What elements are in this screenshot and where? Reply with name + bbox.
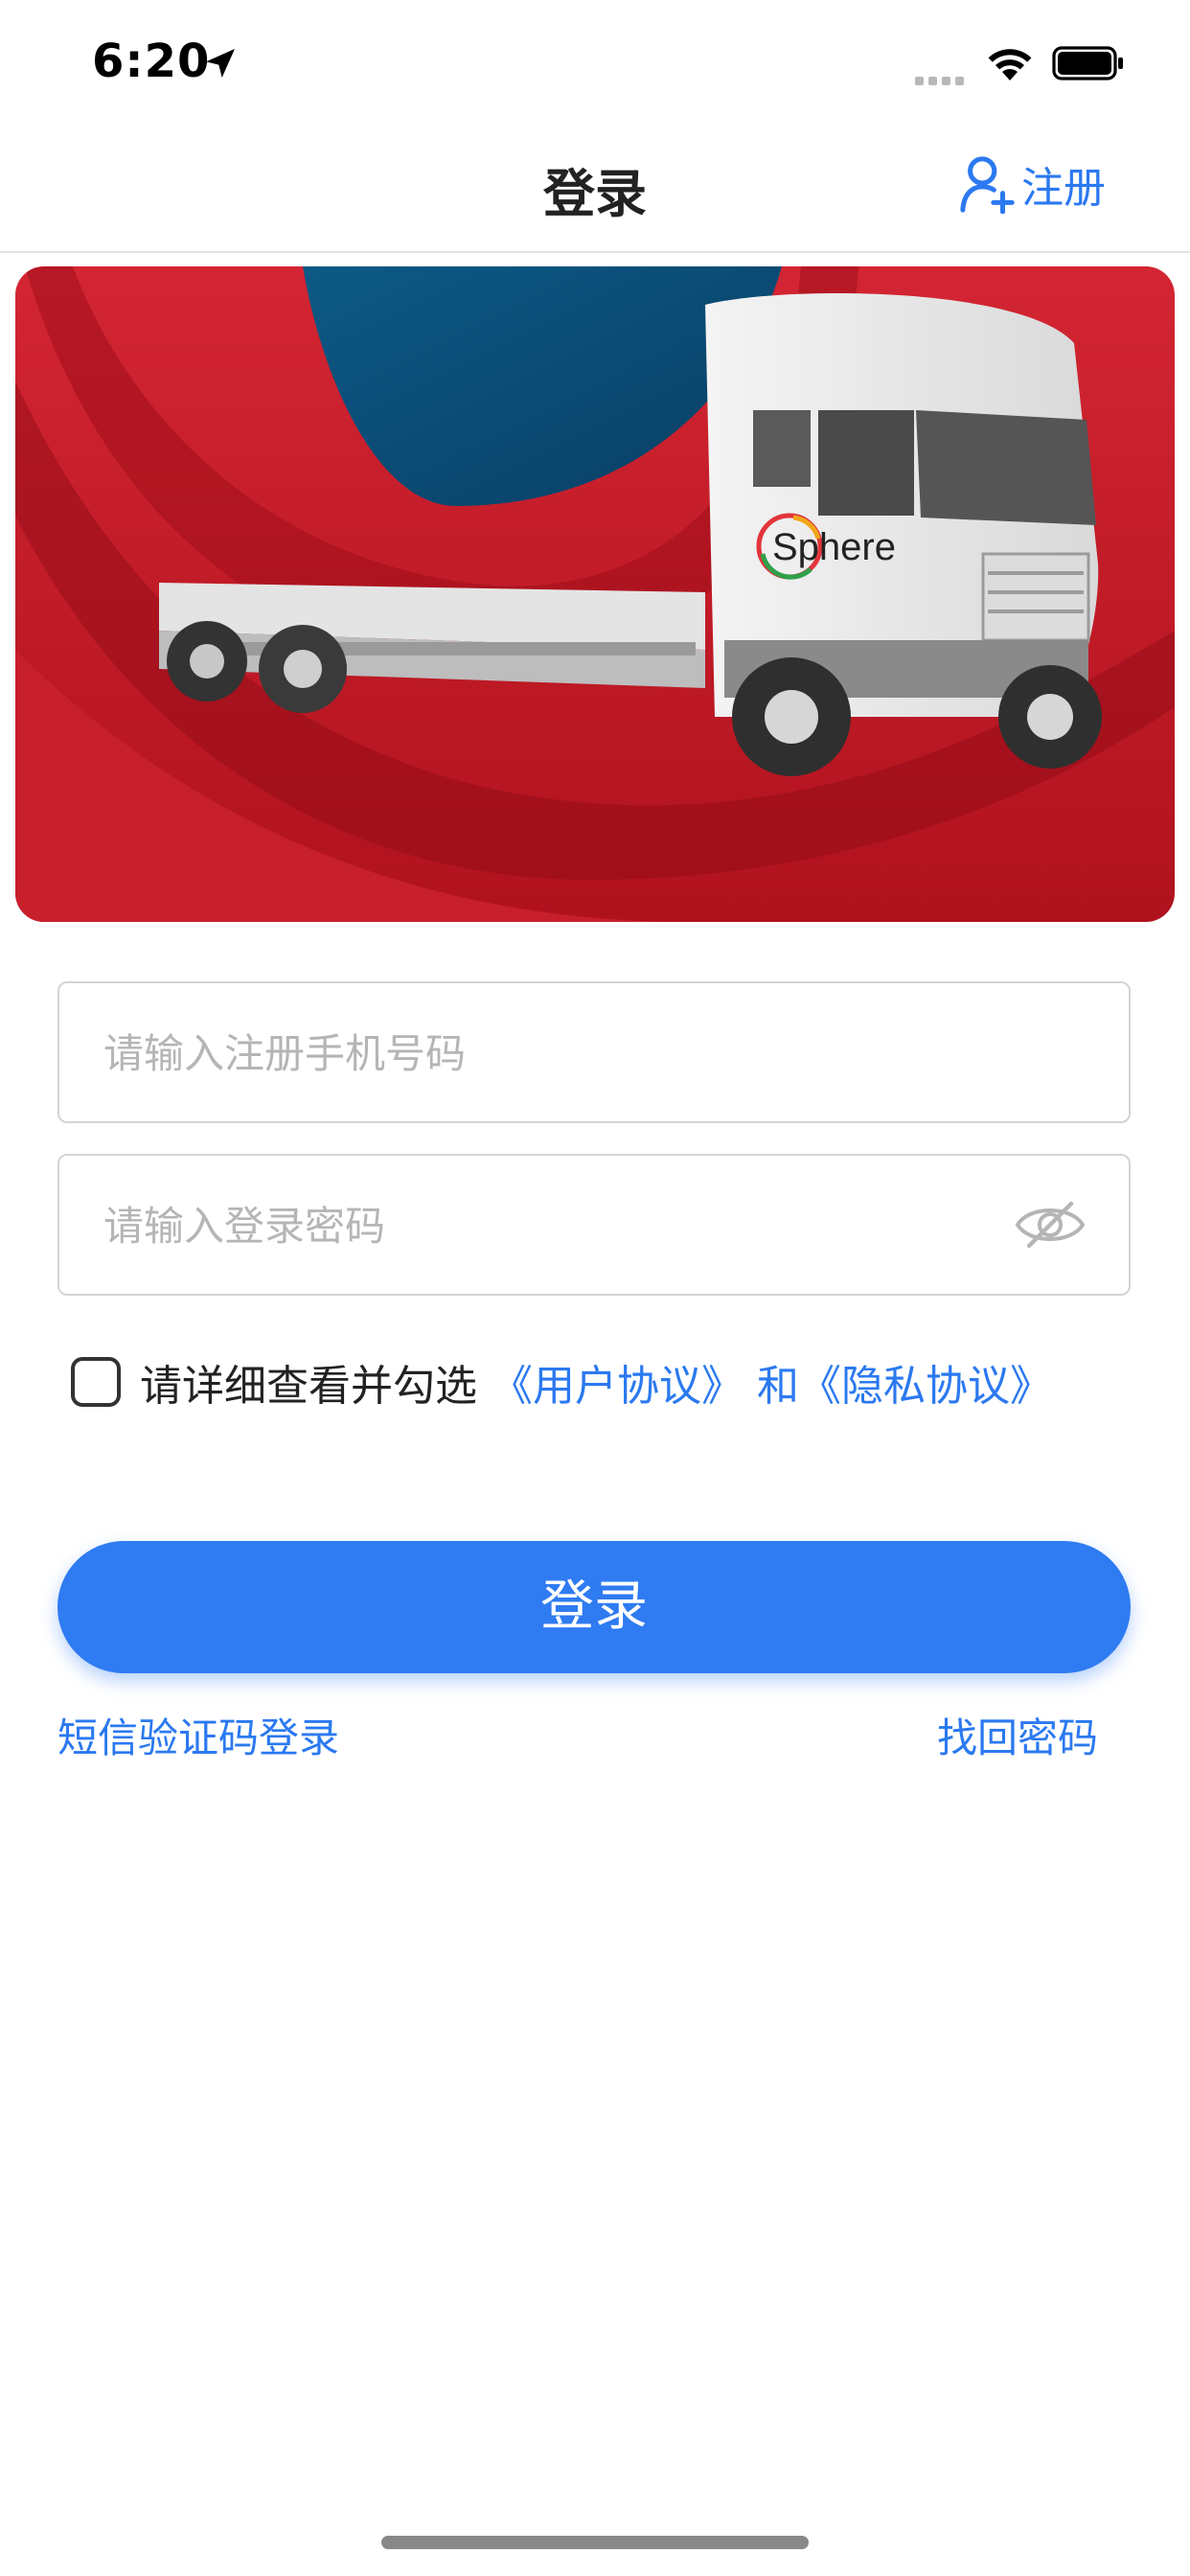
agreement-text: 请详细查看并勾选 《用户协议》 和《隐私协议》: [140, 1351, 1052, 1413]
home-indicator: [381, 2536, 809, 2549]
nav-divider: [0, 251, 1190, 253]
truck-illustration: Sphere: [15, 266, 1175, 922]
status-time: 6:20: [92, 34, 211, 88]
battery-icon: [1052, 46, 1123, 80]
agreement-and: 和: [757, 1362, 799, 1411]
forgot-password-link[interactable]: 找回密码: [937, 1706, 1098, 1764]
location-arrow-icon: [206, 49, 235, 78]
agreement-prefix: 请详细查看并勾选: [140, 1362, 477, 1411]
truck-banner: Sphere: [15, 266, 1175, 922]
eye-off-icon[interactable]: [1014, 1198, 1087, 1252]
user-add-icon: [960, 156, 1015, 214]
register-button[interactable]: 注册: [958, 153, 1106, 215]
sms-login-link[interactable]: 短信验证码登录: [57, 1706, 339, 1764]
cellular-signal-icon: [915, 71, 969, 89]
user-agreement-link[interactable]: 《用户协议》: [491, 1362, 744, 1411]
login-button[interactable]: 登录: [57, 1541, 1131, 1673]
phone-input[interactable]: [102, 983, 968, 1123]
password-field[interactable]: [57, 1154, 1131, 1296]
agreement-checkbox[interactable]: [71, 1357, 121, 1407]
phone-field[interactable]: [57, 981, 1131, 1123]
wifi-icon: [988, 49, 1032, 80]
privacy-agreement-link[interactable]: 《隐私协议》: [799, 1362, 1052, 1411]
password-input[interactable]: [102, 1156, 968, 1296]
register-label: 注册: [1021, 164, 1106, 213]
banner-logo-text: Sphere: [772, 526, 896, 568]
